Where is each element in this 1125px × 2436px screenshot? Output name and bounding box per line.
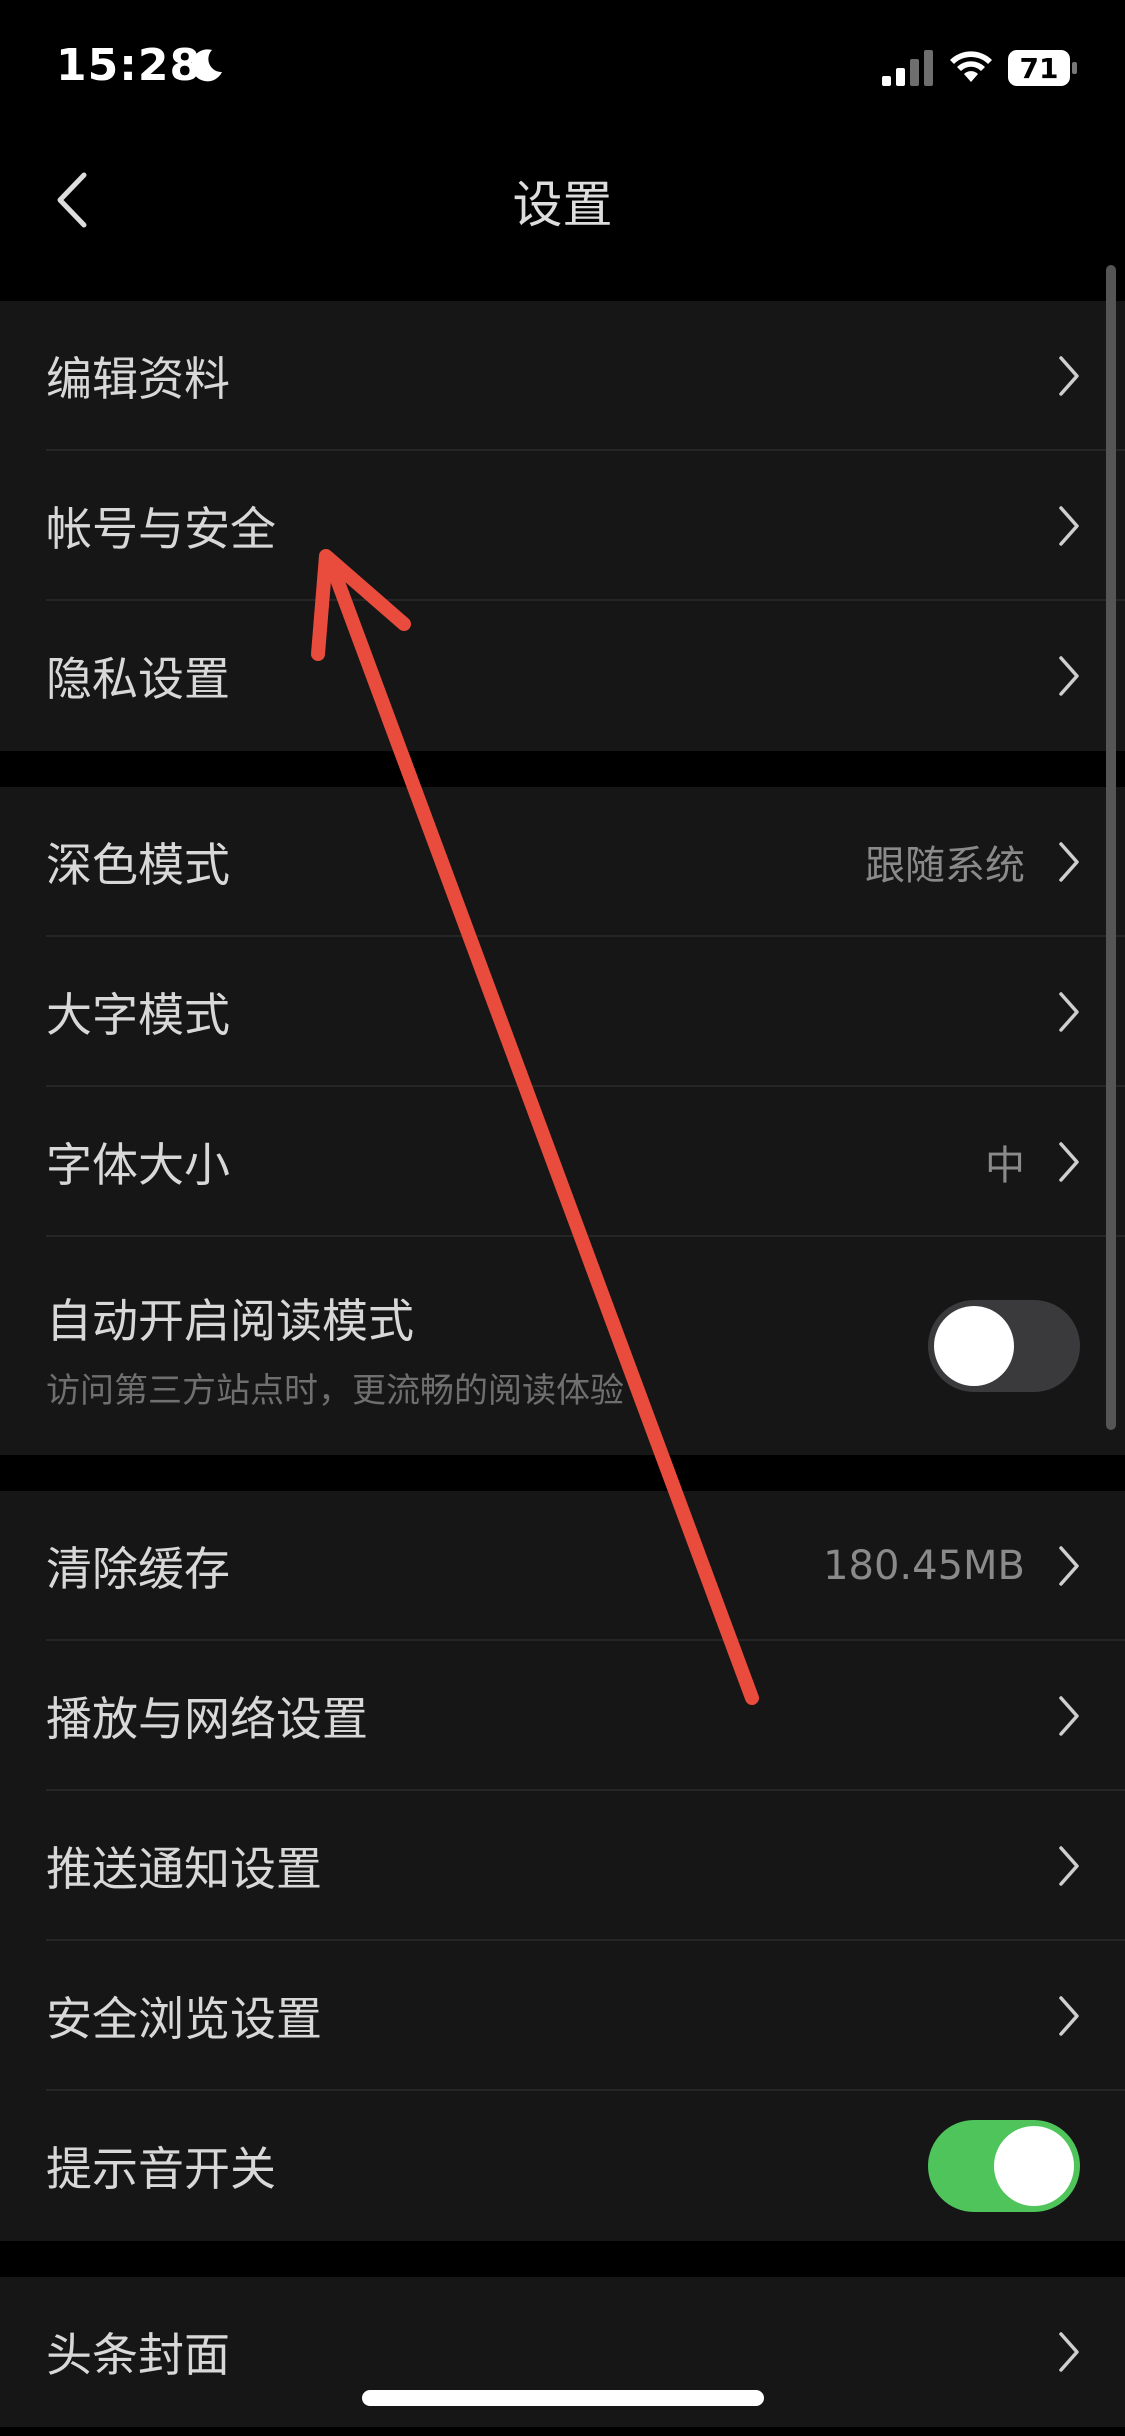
battery-indicator: 71 (1008, 50, 1078, 86)
row-large-text-mode[interactable]: 大字模式 (0, 937, 1125, 1087)
row-edit-profile[interactable]: 编辑资料 (0, 301, 1125, 451)
row-label: 字体大小 (46, 1138, 230, 1192)
group-gap (0, 1455, 1125, 1491)
chevron-right-icon (1059, 842, 1079, 882)
row-value: 中 (985, 1143, 1025, 1189)
row-label: 大字模式 (46, 988, 230, 1042)
status-time: 15:28 (56, 40, 202, 91)
chevron-right-icon (1059, 506, 1079, 546)
status-bar: 15:28 71 (0, 0, 1125, 135)
row-font-size[interactable]: 字体大小 中 (0, 1087, 1125, 1237)
settings-group-general: 清除缓存 180.45MB 播放与网络设置 推送通知设置 安全浏览设置 提示音开… (0, 1491, 1125, 2241)
row-label: 自动开启阅读模式 (46, 1294, 414, 1348)
row-label: 编辑资料 (46, 352, 230, 406)
chevron-right-icon (1059, 656, 1079, 696)
scrollbar[interactable] (1106, 265, 1116, 1430)
row-label: 推送通知设置 (46, 1842, 322, 1896)
nav-bar: 设置 (0, 135, 1125, 265)
chevron-right-icon (1059, 992, 1079, 1032)
group-gap (0, 751, 1125, 787)
wifi-icon (950, 51, 992, 82)
page-title: 设置 (512, 176, 613, 234)
row-label: 播放与网络设置 (46, 1692, 368, 1746)
row-sound-toggle: 提示音开关 (0, 2091, 1125, 2241)
chevron-right-icon (1059, 1846, 1079, 1886)
row-account-security[interactable]: 帐号与安全 (0, 451, 1125, 601)
row-clear-cache[interactable]: 清除缓存 180.45MB (0, 1491, 1125, 1641)
row-subtitle: 访问第三方站点时，更流畅的阅读体验 (46, 1371, 624, 1411)
row-label: 头条封面 (46, 2328, 230, 2382)
chevron-right-icon (1059, 1696, 1079, 1736)
auto-reading-mode-toggle[interactable] (928, 1300, 1080, 1392)
row-privacy-settings[interactable]: 隐私设置 (0, 601, 1125, 751)
battery-level: 71 (1008, 50, 1070, 86)
battery-nub (1072, 62, 1077, 74)
row-dark-mode[interactable]: 深色模式 跟随系统 (0, 787, 1125, 937)
moon-icon (191, 49, 222, 82)
row-push-notifications[interactable]: 推送通知设置 (0, 1791, 1125, 1941)
home-indicator[interactable] (362, 2390, 764, 2406)
settings-group-display: 深色模式 跟随系统 大字模式 字体大小 中 自动开启阅读模式 访问第三方站点时，… (0, 787, 1125, 1455)
group-gap (0, 2241, 1125, 2277)
chevron-right-icon (1059, 2332, 1079, 2372)
chevron-right-icon (1059, 1142, 1079, 1182)
chevron-right-icon (1059, 356, 1079, 396)
row-value: 180.45MB (823, 1543, 1025, 1589)
row-label: 安全浏览设置 (46, 1992, 322, 2046)
row-label: 深色模式 (46, 838, 230, 892)
settings-group-account: 编辑资料 帐号与安全 隐私设置 (0, 301, 1125, 751)
row-label: 帐号与安全 (46, 502, 276, 556)
chevron-right-icon (1059, 1546, 1079, 1586)
row-playback-network[interactable]: 播放与网络设置 (0, 1641, 1125, 1791)
row-label: 提示音开关 (46, 2142, 276, 2196)
settings-list: 编辑资料 帐号与安全 隐私设置 深色模式 跟随系统 大字模式 字体大小 中 自动… (0, 265, 1125, 2427)
cellular-signal-icon (882, 50, 933, 86)
group-gap (0, 265, 1125, 301)
screen: 15:28 71 设置 编辑资料 帐号与安全 隐私设置 深色模式 跟随系统 大字… (0, 0, 1125, 2436)
sound-toggle[interactable] (928, 2120, 1080, 2212)
toggle-knob (994, 2126, 1074, 2206)
row-label: 隐私设置 (46, 652, 230, 706)
chevron-right-icon (1059, 1996, 1079, 2036)
row-value: 跟随系统 (865, 843, 1025, 889)
row-safe-browsing[interactable]: 安全浏览设置 (0, 1941, 1125, 2091)
toggle-knob (934, 1306, 1014, 1386)
row-auto-reading-mode: 自动开启阅读模式 访问第三方站点时，更流畅的阅读体验 (0, 1237, 1125, 1455)
row-label: 清除缓存 (46, 1542, 230, 1596)
